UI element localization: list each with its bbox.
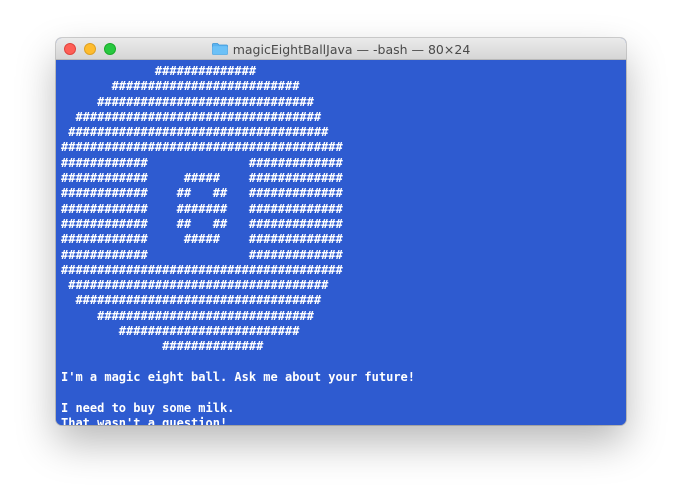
terminal-window: magicEightBallJava — -bash — 80×24 #####… xyxy=(56,38,626,425)
ascii-art-line: ############ ############# xyxy=(61,155,343,170)
ascii-art-line: ############################## xyxy=(61,308,314,323)
terminal-output: ############## #########################… xyxy=(61,64,415,425)
ascii-art-line: ####################################### xyxy=(61,262,343,277)
ascii-art-line: ########################## xyxy=(61,79,300,94)
ascii-art-line: ############ ##### ############# xyxy=(61,232,343,247)
window-title: magicEightBallJava — -bash — 80×24 xyxy=(232,41,471,57)
ascii-art-line: ############ ## ## ############# xyxy=(61,186,343,201)
output-line: I need to buy some milk. xyxy=(61,400,235,415)
ascii-art-line: ############## xyxy=(61,64,257,78)
ascii-art-line: #################################### xyxy=(61,278,329,293)
ascii-art-line: ####################################### xyxy=(61,140,343,155)
window-title-group: magicEightBallJava — -bash — 80×24 xyxy=(56,38,626,60)
ascii-art-line: ############ ## ## ############# xyxy=(61,216,343,231)
folder-icon xyxy=(211,43,228,55)
output-line: I'm a magic eight ball. Ask me about you… xyxy=(61,369,416,384)
title-bar[interactable]: magicEightBallJava — -bash — 80×24 xyxy=(56,38,626,60)
ascii-art-line: ############ ##### ############# xyxy=(61,171,343,186)
output-line: That wasn't a question! xyxy=(61,415,228,425)
ascii-art-line: ################################## xyxy=(61,293,322,308)
ascii-art-line: ############ ############# xyxy=(61,247,343,262)
terminal-content[interactable]: ############## #########################… xyxy=(56,60,626,425)
ascii-art-line: ######################### xyxy=(61,324,300,339)
ascii-art-line: ############################## xyxy=(61,94,314,109)
ascii-art-line: ############## xyxy=(61,339,264,354)
ascii-art-line: ################################## xyxy=(61,109,322,124)
ascii-art-line: #################################### xyxy=(61,125,329,140)
ascii-art-line: ############ ####### ############# xyxy=(61,201,343,216)
